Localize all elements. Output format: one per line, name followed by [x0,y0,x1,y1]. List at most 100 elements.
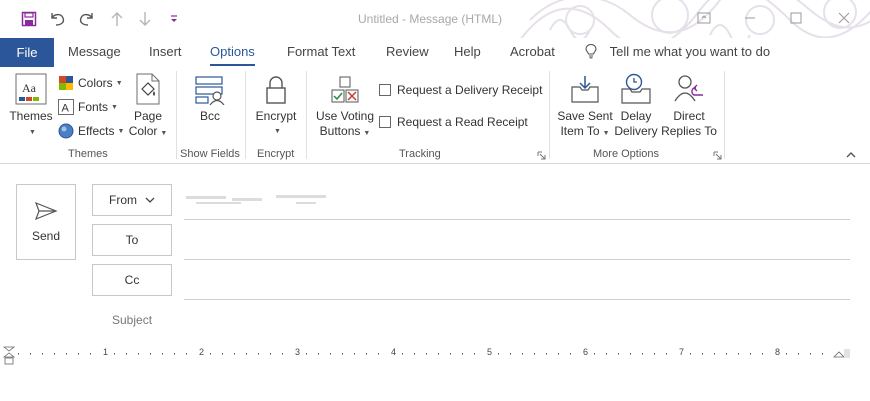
to-label: To [125,233,139,247]
maximize-button[interactable] [784,6,808,30]
group-separator [245,71,246,159]
customize-qat-button[interactable] [163,8,185,30]
ruler-number: 1 [103,347,109,357]
compose-area: Send From To Cc Subject 1 2 3 4 5 6 7 8 [0,164,870,401]
collapse-ribbon-icon[interactable] [846,151,856,158]
from-field-underline [184,219,850,220]
colors-button[interactable]: Colors ▼ [58,73,123,93]
close-icon [838,12,850,24]
lock-icon [266,76,286,104]
to-field[interactable] [184,259,850,260]
effects-icon [58,123,74,139]
from-button[interactable]: From [92,184,172,216]
voting-icon [331,76,359,103]
colors-icon [58,75,74,91]
from-label: From [109,193,137,207]
close-button[interactable] [832,6,856,30]
page-color-button[interactable]: Page Color ▼ [128,71,168,141]
tell-me-text: Tell me what you want to do [609,44,771,59]
tab-help[interactable]: Help [454,44,481,59]
direct-label-line2: Replies To [661,124,717,138]
tab-file[interactable]: File [0,38,54,67]
direct-replies-to-button[interactable]: Direct Replies To [660,71,718,139]
save-button[interactable] [18,8,40,30]
encrypt-button[interactable]: Encrypt ▼ [254,71,298,139]
fonts-label: Fonts [78,100,109,114]
send-icon [34,201,58,221]
request-read-receipt-checkbox[interactable]: Request a Read Receipt [379,112,528,132]
lightbulb-icon [585,43,597,59]
themes-icon: Aa [15,73,47,105]
show-fields-group-label: Show Fields [180,148,240,160]
voting-label-line2: Buttons [319,124,361,138]
down-arrow-icon [139,12,151,26]
redo-button[interactable] [76,8,98,30]
minimize-icon [745,17,755,19]
tracking-dialog-launcher-icon[interactable] [537,151,546,160]
effects-button[interactable]: Effects ▼ [58,121,124,141]
page-color-icon [136,73,160,105]
use-voting-buttons-button[interactable]: Use Voting Buttons ▼ [314,71,376,141]
delay-delivery-button[interactable]: Delay Delivery [612,71,660,139]
ruler-number: 3 [295,347,301,357]
bcc-button[interactable]: Bcc [190,71,230,124]
ribbon: Aa Themes ▼ Colors ▼ A Fonts ▼ Effects ▼… [0,67,870,164]
chevron-down-icon: ▼ [111,103,118,111]
fonts-button[interactable]: A Fonts ▼ [58,97,118,117]
send-button[interactable]: Send [16,184,76,260]
undo-button[interactable] [46,8,68,30]
ruler: 1 2 3 4 5 6 7 8 [0,344,870,366]
encrypt-label: Encrypt [255,109,297,123]
request-delivery-receipt-checkbox[interactable]: Request a Delivery Receipt [379,80,542,100]
tab-insert[interactable]: Insert [149,44,182,59]
customize-qat-icon [171,15,177,22]
save-sent-icon [571,76,599,103]
voting-label-line1: Use Voting [315,109,375,123]
checkbox-icon [379,84,391,96]
chevron-down-icon: ▼ [115,79,123,87]
effects-label: Effects [78,124,115,138]
bcc-label: Bcc [199,109,220,123]
tab-format-text[interactable]: Format Text [287,44,355,59]
chevron-down-icon: ▼ [274,128,281,135]
svg-text:A: A [62,103,70,115]
save-sent-item-button[interactable]: Save Sent Item To ▼ [556,71,614,141]
title-bar: Untitled - Message (HTML) [0,0,870,38]
to-button[interactable]: To [92,224,172,256]
minimize-button[interactable] [738,6,762,30]
chevron-down-icon: ▼ [160,130,168,137]
message-body[interactable] [0,367,870,401]
ruler-number: 8 [775,347,781,357]
ruler-number: 2 [199,347,205,357]
delay-label-line1: Delay [620,109,652,123]
chevron-down-icon [145,197,155,203]
more-options-dialog-launcher-icon[interactable] [713,151,722,160]
up-arrow-icon [111,12,123,26]
direct-label-line1: Direct [673,109,705,123]
previous-item-button[interactable] [106,8,128,30]
subject-field[interactable] [184,304,850,334]
read-receipt-label: Request a Read Receipt [397,115,528,129]
cc-button[interactable]: Cc [92,264,172,296]
checkbox-icon [379,116,391,128]
chevron-down-icon: ▼ [29,129,36,136]
tell-me-search[interactable]: Tell me what you want to do [584,43,770,59]
ruler-number: 4 [391,347,397,357]
themes-group-label: Themes [68,148,108,160]
tab-message[interactable]: Message [68,44,121,59]
encrypt-group-label: Encrypt [257,148,295,160]
window-title: Untitled - Message (HTML) [358,12,503,26]
tab-options[interactable]: Options [210,44,255,66]
tab-acrobat[interactable]: Acrobat [510,44,555,59]
next-item-button[interactable] [134,8,156,30]
ribbon-display-options-button[interactable] [692,6,716,30]
tab-review[interactable]: Review [386,44,429,59]
delivery-receipt-label: Request a Delivery Receipt [397,83,543,97]
chevron-down-icon: ▼ [363,130,371,137]
themes-button[interactable]: Aa Themes ▼ [8,71,54,140]
cc-field[interactable] [184,299,850,300]
page-color-label-line2: Color [128,124,158,138]
ruler-number: 6 [583,347,589,357]
ruler-dots [18,353,823,355]
delay-delivery-icon [621,73,651,104]
